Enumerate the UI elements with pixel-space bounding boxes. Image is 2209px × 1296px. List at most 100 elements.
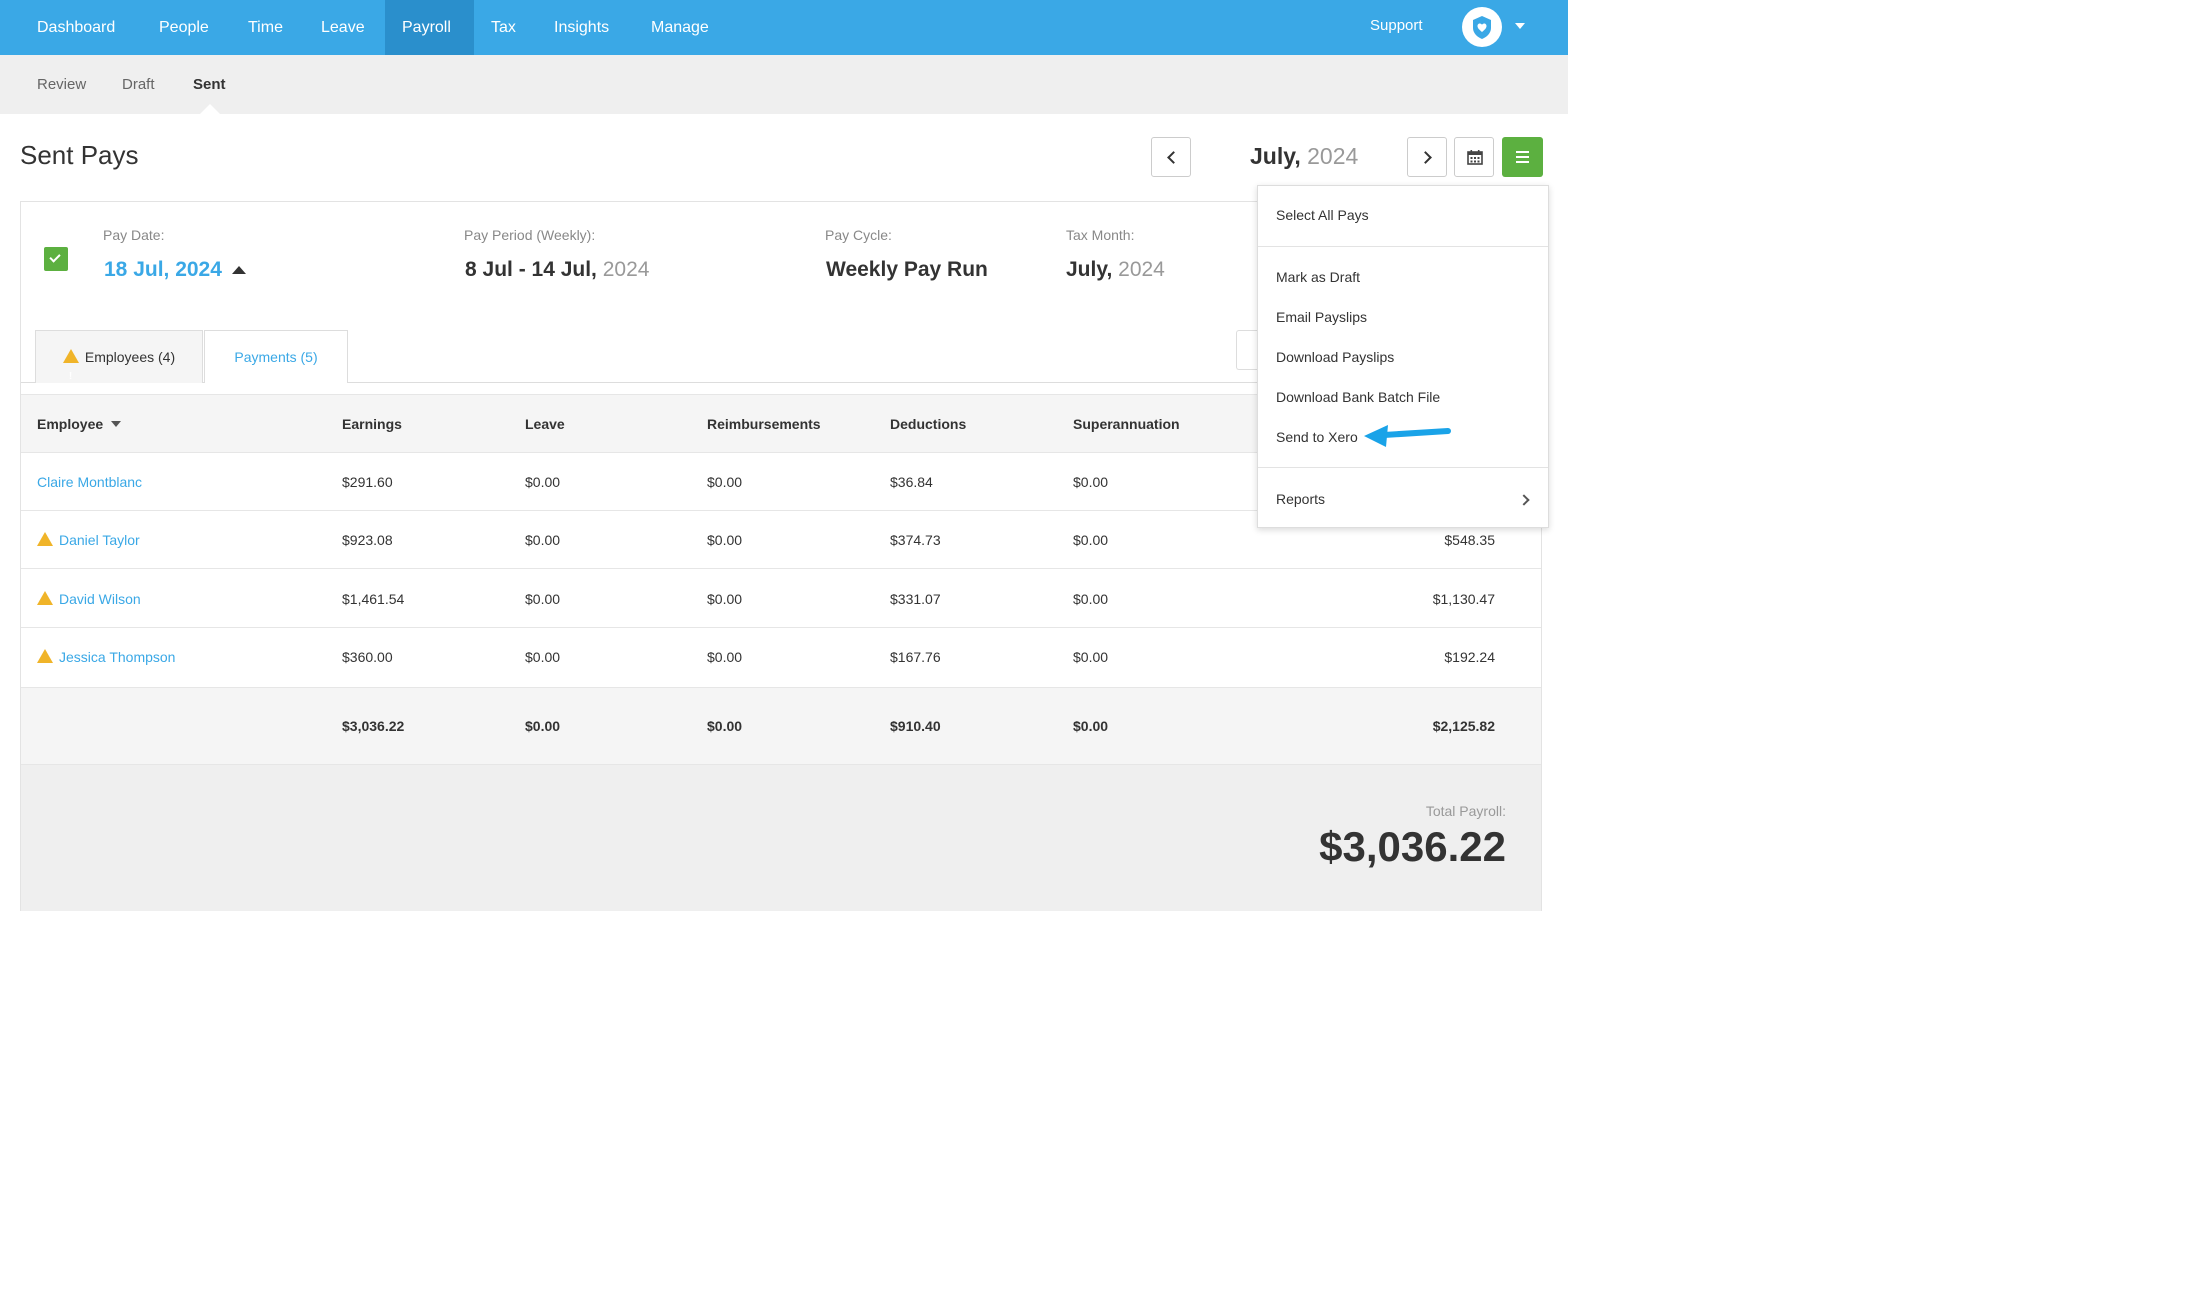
menu-download-payslips[interactable]: Download Payslips bbox=[1276, 349, 1394, 365]
warning-icon bbox=[37, 591, 53, 651]
warning-icon bbox=[62, 349, 79, 403]
deductions-cell: $167.76 bbox=[890, 649, 941, 665]
nav-people[interactable]: People bbox=[142, 0, 226, 55]
reimbursements-cell: $0.00 bbox=[707, 532, 743, 548]
net-pay-cell: $1,130.47 bbox=[1432, 591, 1495, 607]
nav-payroll[interactable]: Payroll bbox=[385, 0, 474, 55]
total-deductions: $910.40 bbox=[890, 718, 941, 734]
subnav-draft[interactable]: Draft bbox=[122, 55, 155, 114]
payroll-summary: Total Payroll: $3,036.22 bbox=[21, 765, 1541, 911]
menu-mark-as-draft[interactable]: Mark as Draft bbox=[1276, 269, 1360, 285]
col-reimbursements: Reimbursements bbox=[707, 416, 821, 432]
earnings-cell: $1,461.54 bbox=[342, 591, 405, 607]
support-link[interactable]: Support bbox=[1370, 0, 1423, 55]
chevron-left-icon bbox=[1167, 151, 1180, 164]
deductions-cell: $36.84 bbox=[890, 474, 933, 490]
col-employee[interactable]: Employee bbox=[37, 395, 122, 453]
employee-name: Jessica Thompson bbox=[59, 649, 176, 665]
total-leave: $0.00 bbox=[525, 718, 561, 734]
pay-date-value[interactable]: 18 Jul, 2024 bbox=[104, 258, 222, 282]
total-reimbursements: $0.00 bbox=[707, 718, 743, 734]
tab-payments[interactable]: Payments (5) bbox=[204, 330, 348, 383]
menu-divider bbox=[1258, 467, 1548, 468]
checkmark-icon bbox=[49, 251, 61, 263]
nav-dashboard[interactable]: Dashboard bbox=[20, 0, 132, 55]
warning-icon bbox=[37, 532, 53, 592]
col-employee-label: Employee bbox=[37, 416, 104, 432]
menu-reports[interactable]: Reports bbox=[1276, 491, 1325, 507]
tax-month-value: July, 2024 bbox=[1066, 258, 1165, 282]
subnav-review[interactable]: Review bbox=[37, 55, 86, 114]
month-name: July, bbox=[1250, 143, 1301, 169]
pay-period-range: 8 Jul - 14 Jul, bbox=[465, 258, 597, 281]
tax-month-name: July, bbox=[1066, 258, 1113, 281]
menu-email-payslips[interactable]: Email Payslips bbox=[1276, 309, 1367, 325]
user-avatar[interactable] bbox=[1462, 7, 1502, 47]
superannuation-cell: $0.00 bbox=[1073, 532, 1109, 548]
nav-tax[interactable]: Tax bbox=[474, 0, 533, 55]
col-earnings: Earnings bbox=[342, 416, 402, 432]
menu-download-bank-batch-file[interactable]: Download Bank Batch File bbox=[1276, 389, 1440, 405]
active-subnav-pointer bbox=[200, 104, 220, 114]
select-pay-checkbox[interactable] bbox=[44, 247, 68, 271]
deductions-cell: $374.73 bbox=[890, 532, 941, 548]
warning-icon bbox=[37, 649, 53, 709]
pay-cycle-value: Weekly Pay Run bbox=[826, 258, 988, 281]
reimbursements-cell: $0.00 bbox=[707, 591, 743, 607]
employee-name-link[interactable]: David Wilson bbox=[37, 570, 141, 651]
sort-down-icon[interactable] bbox=[111, 421, 122, 427]
tab-payments-label: Payments (5) bbox=[234, 349, 318, 365]
employee-name-link[interactable]: Claire Montblanc bbox=[37, 453, 142, 511]
leave-cell: $0.00 bbox=[525, 474, 561, 490]
leave-cell: $0.00 bbox=[525, 532, 561, 548]
menu-select-all-pays[interactable]: Select All Pays bbox=[1276, 207, 1369, 223]
current-month: July, 2024 bbox=[1250, 143, 1358, 170]
table-row: Jessica Thompson $360.00 $0.00 $0.00 $16… bbox=[21, 628, 1541, 709]
employee-name-link[interactable]: Daniel Taylor bbox=[37, 511, 140, 592]
pay-period-value: 8 Jul - 14 Jul, 2024 bbox=[465, 258, 649, 282]
heart-shield-icon bbox=[1473, 16, 1491, 39]
superannuation-cell: $0.00 bbox=[1073, 591, 1109, 607]
tab-employees[interactable]: Employees (4) bbox=[35, 330, 203, 403]
nav-time[interactable]: Time bbox=[231, 0, 300, 55]
col-deductions: Deductions bbox=[890, 416, 967, 432]
total-payroll-label: Total Payroll: bbox=[1425, 803, 1506, 819]
pay-date-label: Pay Date: bbox=[103, 227, 165, 243]
calendar-button[interactable] bbox=[1454, 137, 1494, 177]
expand-up-icon[interactable] bbox=[232, 266, 246, 274]
menu-divider bbox=[1258, 246, 1548, 247]
pay-period-year: 2024 bbox=[602, 258, 650, 281]
earnings-cell: $291.60 bbox=[342, 474, 393, 490]
tax-month-label: Tax Month: bbox=[1066, 227, 1135, 243]
top-navigation: Dashboard People Time Leave Payroll Tax … bbox=[0, 0, 1568, 55]
next-month-button[interactable] bbox=[1407, 137, 1447, 177]
calendar-icon bbox=[1467, 150, 1483, 165]
table-row: David Wilson $1,461.54 $0.00 $0.00 $331.… bbox=[21, 570, 1541, 651]
nav-insights[interactable]: Insights bbox=[537, 0, 626, 55]
earnings-cell: $360.00 bbox=[342, 649, 393, 665]
payroll-subnav: Review Draft Sent bbox=[0, 55, 1568, 114]
pointer-arrow-icon bbox=[1364, 425, 1451, 447]
totals-row: $3,036.22 $0.00 $0.00 $910.40 $0.00 $2,1… bbox=[21, 688, 1541, 765]
actions-menu-button[interactable] bbox=[1502, 137, 1543, 177]
previous-month-button[interactable] bbox=[1151, 137, 1191, 177]
superannuation-cell: $0.00 bbox=[1073, 649, 1109, 665]
employee-name-link[interactable]: Jessica Thompson bbox=[37, 628, 176, 709]
pay-cycle-label: Pay Cycle: bbox=[825, 227, 892, 243]
chevron-right-icon bbox=[1518, 494, 1530, 506]
col-superannuation: Superannuation bbox=[1073, 416, 1180, 432]
account-menu-caret-icon[interactable] bbox=[1515, 23, 1525, 29]
total-earnings: $3,036.22 bbox=[342, 718, 405, 734]
nav-leave[interactable]: Leave bbox=[304, 0, 382, 55]
nav-manage[interactable]: Manage bbox=[634, 0, 726, 55]
earnings-cell: $923.08 bbox=[342, 532, 393, 548]
actions-dropdown-menu: Select All Pays Mark as Draft Email Pays… bbox=[1257, 185, 1549, 528]
deductions-cell: $331.07 bbox=[890, 591, 941, 607]
leave-cell: $0.00 bbox=[525, 591, 561, 607]
employee-name: David Wilson bbox=[59, 591, 141, 607]
menu-send-to-xero[interactable]: Send to Xero bbox=[1276, 429, 1358, 445]
pay-period-label: Pay Period (Weekly): bbox=[464, 227, 596, 243]
net-pay-cell: $192.24 bbox=[1444, 649, 1495, 665]
reimbursements-cell: $0.00 bbox=[707, 474, 743, 490]
page-title: Sent Pays bbox=[20, 140, 139, 170]
